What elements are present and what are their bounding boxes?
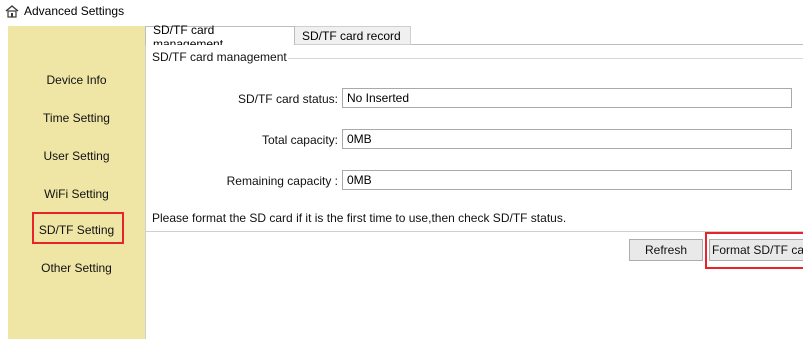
sidebar-selection-highlight — [32, 212, 124, 244]
format-notice: Please format the SD card if it is the f… — [152, 211, 567, 225]
sidebar-item-label: Time Setting — [43, 111, 110, 125]
total-capacity-label: Total capacity: — [261, 133, 338, 147]
refresh-button-label: Refresh — [644, 243, 688, 257]
house-icon — [5, 5, 19, 18]
group-divider — [288, 58, 803, 59]
group-box: SD/TF card management SD/TF card status:… — [145, 45, 803, 232]
sidebar-item-user-setting[interactable]: User Setting — [8, 144, 145, 168]
sidebar-item-other-setting[interactable]: Other Setting — [8, 256, 145, 280]
group-title: SD/TF card management — [152, 50, 287, 64]
sidebar-item-wifi-setting[interactable]: WiFi Setting — [8, 182, 145, 206]
window-title: Advanced Settings — [24, 4, 125, 18]
sidebar-item-device-info[interactable]: Device Info — [8, 68, 145, 92]
total-capacity-field[interactable] — [342, 129, 792, 149]
tab-content: SD/TF card management SD/TF card status:… — [145, 45, 803, 339]
button-area: Refresh Format SD/TF card — [145, 232, 803, 339]
sidebar: Device Info Time Setting User Setting Wi… — [8, 26, 145, 339]
title-bar: Advanced Settings — [0, 0, 803, 22]
remaining-capacity-label: Remaining capacity : — [226, 174, 338, 188]
tab-sdtf-card-management[interactable]: SD/TF card management — [145, 23, 295, 51]
sidebar-item-label: User Setting — [43, 149, 110, 163]
tab-bar: SD/TF card management SD/TF card record — [145, 23, 803, 51]
status-label: SD/TF card status: — [237, 92, 338, 106]
refresh-button[interactable]: Refresh — [629, 239, 703, 261]
sidebar-item-label: Other Setting — [41, 261, 112, 275]
tab-sdtf-card-record[interactable]: SD/TF card record — [295, 26, 411, 45]
tab-label: SD/TF card record — [302, 28, 401, 43]
sidebar-item-label: WiFi Setting — [44, 187, 109, 201]
format-button-highlight — [705, 232, 803, 269]
sidebar-item-time-setting[interactable]: Time Setting — [8, 106, 145, 130]
sidebar-item-label: Device Info — [46, 73, 107, 87]
status-field[interactable] — [342, 88, 792, 108]
remaining-capacity-field[interactable] — [342, 170, 792, 190]
